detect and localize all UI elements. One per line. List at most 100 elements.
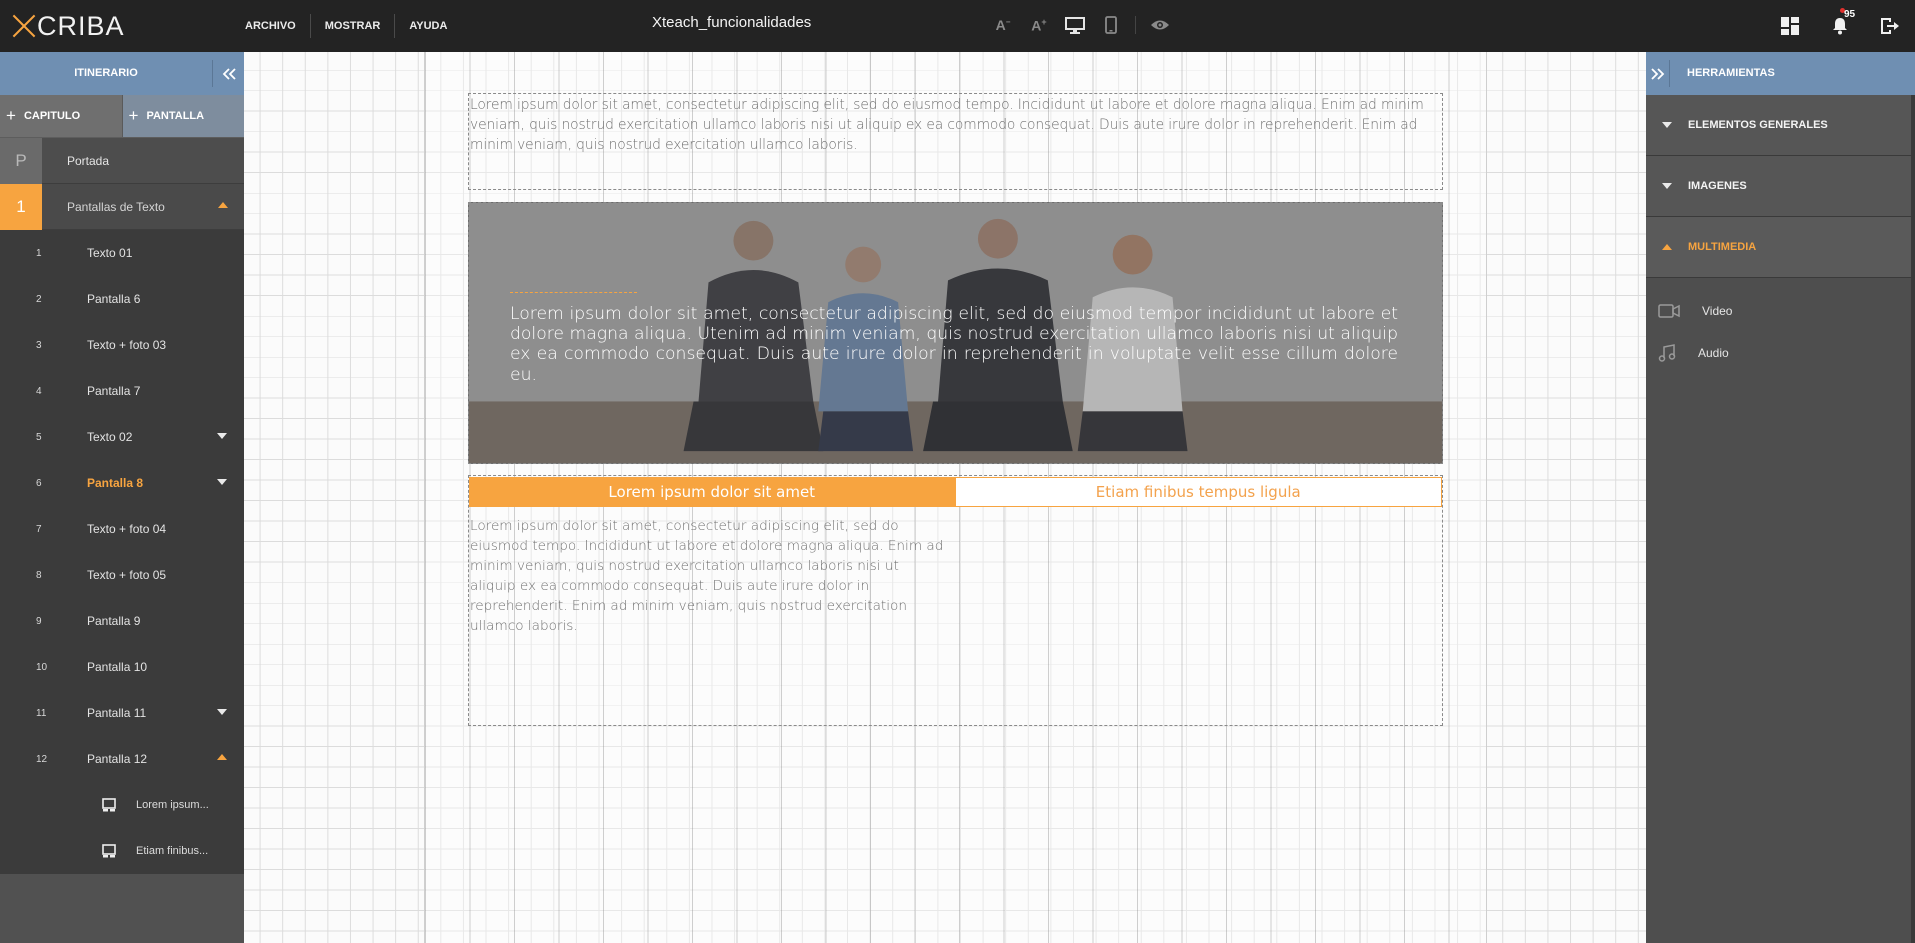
expand-arrow-icon[interactable] bbox=[217, 709, 227, 715]
chapter-label: Pantallas de Texto bbox=[67, 199, 165, 214]
screen-item[interactable]: 5 Texto 02 bbox=[0, 414, 244, 460]
eye-icon bbox=[1151, 20, 1169, 30]
preview-button[interactable] bbox=[1142, 12, 1178, 38]
panel-scrollbar[interactable] bbox=[1911, 95, 1915, 943]
mobile-icon bbox=[1105, 16, 1117, 34]
font-decrease-button[interactable]: A− bbox=[985, 12, 1021, 38]
menu-ayuda[interactable]: AYUDA bbox=[395, 14, 461, 38]
itinerary-header: ITINERARIO bbox=[0, 52, 244, 95]
screen-number: 8 bbox=[36, 569, 42, 581]
dashboard-button[interactable] bbox=[1765, 0, 1815, 52]
screen-item[interactable]: 12 Pantalla 12 bbox=[0, 736, 244, 782]
screen-item[interactable]: 7 Texto + foto 04 bbox=[0, 506, 244, 552]
collapse-panel-button[interactable] bbox=[212, 60, 244, 87]
tab-content-text: Lorem ipsum dolor sit amet, consectetur … bbox=[470, 518, 944, 634]
screen-label: Texto 02 bbox=[87, 430, 133, 444]
section-multimedia[interactable]: MULTIMEDIA bbox=[1646, 217, 1915, 278]
notifications-button[interactable]: 95 bbox=[1815, 0, 1865, 52]
chapter-badge: 1 bbox=[0, 183, 42, 230]
screen-label: Texto 01 bbox=[87, 246, 133, 260]
tools-panel: HERRAMIENTAS ELEMENTOS GENERALES IMAGENE… bbox=[1646, 52, 1915, 943]
chevron-down-icon bbox=[1662, 122, 1672, 128]
screen-item[interactable]: 2 Pantalla 6 bbox=[0, 276, 244, 322]
screen-item[interactable]: 10 Pantalla 10 bbox=[0, 644, 244, 690]
collapse-arrow-icon[interactable] bbox=[217, 754, 227, 760]
notification-count: 95 bbox=[1844, 9, 1856, 20]
expand-arrow-icon[interactable] bbox=[217, 479, 227, 485]
desktop-view-button[interactable] bbox=[1057, 12, 1093, 38]
menu-mostrar[interactable]: MOSTRAR bbox=[311, 14, 396, 38]
music-note-icon bbox=[1658, 344, 1676, 362]
expand-arrow-icon[interactable] bbox=[217, 433, 227, 439]
sub-item[interactable]: Etiam finibus... bbox=[0, 828, 244, 874]
screen-item-active[interactable]: 6 Pantalla 8 bbox=[0, 460, 244, 506]
portada-item[interactable]: P Portada bbox=[0, 137, 244, 184]
chevron-up-icon bbox=[1662, 244, 1672, 250]
tab-lorem-ipsum[interactable]: Lorem ipsum dolor sit amet bbox=[469, 477, 955, 507]
top-right-tools: 95 bbox=[1765, 0, 1915, 52]
view-toolbar: A− A+ bbox=[985, 12, 1178, 38]
document-title: Xteach_funcionalidades bbox=[652, 14, 812, 31]
sub-item[interactable]: Lorem ipsum... bbox=[0, 782, 244, 828]
screen-label: Texto + foto 04 bbox=[87, 522, 167, 536]
screen-label: Pantalla 7 bbox=[87, 384, 141, 398]
screen-number: 3 bbox=[36, 339, 42, 351]
screen-number: 6 bbox=[36, 477, 42, 489]
exit-button[interactable] bbox=[1865, 0, 1915, 52]
portada-badge: P bbox=[0, 137, 42, 184]
screen-number: 12 bbox=[36, 753, 48, 765]
multimedia-tools: Video Audio bbox=[1646, 278, 1915, 374]
screen-item[interactable]: 3 Texto + foto 03 bbox=[0, 322, 244, 368]
image-text-block[interactable]: Lorem ipsum dolor sit amet, consectetur … bbox=[468, 202, 1443, 464]
section-label: MULTIMEDIA bbox=[1688, 241, 1757, 253]
main-menu: ARCHIVO MOSTRAR AYUDA bbox=[233, 0, 461, 52]
tab-etiam-finibus[interactable]: Etiam finibus tempus ligula bbox=[954, 477, 1442, 507]
screen-number: 10 bbox=[36, 661, 48, 673]
video-camera-icon bbox=[1658, 304, 1680, 318]
tool-label: Video bbox=[1702, 304, 1733, 318]
tool-audio[interactable]: Audio bbox=[1646, 332, 1915, 374]
screen-label: Texto + foto 03 bbox=[87, 338, 167, 352]
font-increase-button[interactable]: A+ bbox=[1021, 12, 1057, 38]
screen-label: Pantalla 12 bbox=[87, 752, 148, 766]
screen-item[interactable]: 11 Pantalla 11 bbox=[0, 690, 244, 736]
dashboard-icon bbox=[1781, 17, 1799, 35]
section-imagenes[interactable]: IMAGENES bbox=[1646, 156, 1915, 217]
exit-icon bbox=[1881, 18, 1899, 34]
editor-canvas[interactable]: Lorem ipsum dolor sit amet, consectetur … bbox=[244, 52, 1646, 943]
screen-item[interactable]: 4 Pantalla 7 bbox=[0, 368, 244, 414]
logo-text: CRIBA bbox=[37, 11, 125, 41]
top-bar: CRIBA ARCHIVO MOSTRAR AYUDA Xteach_funci… bbox=[0, 0, 1915, 52]
collapse-arrow-icon[interactable] bbox=[218, 202, 228, 208]
tools-title: HERRAMIENTAS bbox=[1687, 67, 1775, 79]
menu-archivo[interactable]: ARCHIVO bbox=[233, 14, 311, 38]
sub-item-label: Etiam finibus... bbox=[136, 845, 209, 857]
screen-list: 1 Texto 01 2 Pantalla 6 3 Texto + foto 03 4… bbox=[0, 230, 244, 874]
app-logo[interactable]: CRIBA bbox=[12, 9, 125, 43]
add-screen-button[interactable]: + PANTALLA bbox=[122, 95, 244, 137]
tool-video[interactable]: Video bbox=[1646, 290, 1915, 332]
text-block[interactable]: Lorem ipsum dolor sit amet, consectetur … bbox=[468, 93, 1443, 190]
chevron-down-icon bbox=[1662, 183, 1672, 189]
plus-icon: + bbox=[6, 106, 16, 125]
screen-item[interactable]: 9 Pantalla 9 bbox=[0, 598, 244, 644]
screen-number: 5 bbox=[36, 431, 42, 443]
tab-layout-icon bbox=[102, 798, 116, 812]
section-elementos-generales[interactable]: ELEMENTOS GENERALES bbox=[1646, 95, 1915, 156]
screen-number: 9 bbox=[36, 615, 42, 627]
screen-item[interactable]: 8 Texto + foto 05 bbox=[0, 552, 244, 598]
double-chevron-right-icon bbox=[1650, 67, 1664, 80]
mobile-view-button[interactable] bbox=[1093, 12, 1129, 38]
page-area: Lorem ipsum dolor sit amet, consectetur … bbox=[424, 52, 1487, 943]
screen-item[interactable]: 1 Texto 01 bbox=[0, 230, 244, 276]
expand-panel-button[interactable] bbox=[1646, 60, 1670, 87]
add-chapter-button[interactable]: + CAPITULO bbox=[0, 95, 123, 137]
double-chevron-left-icon bbox=[222, 67, 236, 80]
chapter-item[interactable]: 1 Pantallas de Texto bbox=[0, 183, 244, 230]
font-decrease-icon: A− bbox=[995, 17, 1011, 33]
tools-header: HERRAMIENTAS bbox=[1646, 52, 1915, 95]
screen-number: 11 bbox=[36, 707, 47, 719]
decorative-divider bbox=[510, 292, 637, 293]
itinerary-panel: ITINERARIO + CAPITULO + PANTALLA P Porta… bbox=[0, 52, 244, 943]
tabs-block[interactable]: Lorem ipsum dolor sit amet Etiam finibus… bbox=[468, 475, 1443, 726]
